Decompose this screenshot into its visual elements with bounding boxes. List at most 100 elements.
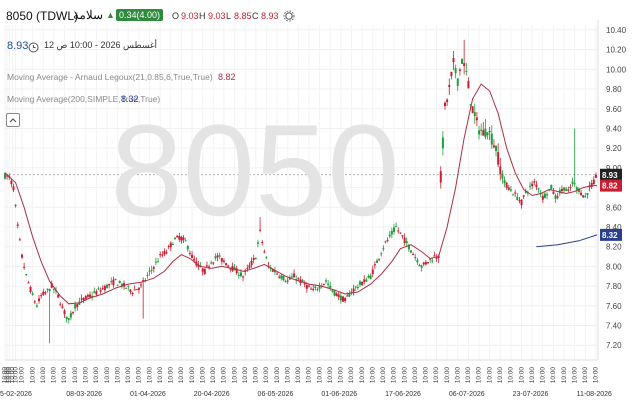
candle-body bbox=[97, 288, 100, 290]
candle-body bbox=[371, 269, 374, 275]
candle-body bbox=[399, 232, 402, 234]
candle-body bbox=[405, 241, 408, 244]
price-tick-label: 9.60 bbox=[606, 105, 622, 114]
candle-body bbox=[482, 130, 485, 136]
ma1-label[interactable]: Moving Average - Arnaud Legoux(21,0.85,6… bbox=[7, 72, 213, 82]
candle-body bbox=[101, 288, 104, 290]
candle-body bbox=[125, 287, 128, 289]
collapse-indicators-button[interactable] bbox=[6, 113, 20, 127]
candle-body bbox=[184, 240, 187, 242]
candle-body bbox=[560, 189, 563, 191]
time-tick-label: 10:00 bbox=[327, 367, 334, 384]
candle-body bbox=[569, 187, 572, 189]
price-tick-label: 9.80 bbox=[606, 85, 622, 94]
candle-body bbox=[584, 196, 587, 198]
candle-body bbox=[446, 99, 449, 102]
candle-body bbox=[365, 279, 368, 282]
time-tick-label: 10:00 bbox=[571, 367, 578, 384]
candle-body bbox=[363, 279, 366, 283]
time-tick-label: 10:00 bbox=[582, 367, 589, 384]
candle-body bbox=[450, 71, 453, 77]
candle-body bbox=[490, 133, 493, 145]
candle-body bbox=[178, 236, 181, 240]
candle-body bbox=[535, 184, 538, 188]
candle-body bbox=[307, 285, 310, 287]
candle-body bbox=[348, 293, 351, 297]
time-tick-label: 10:00 bbox=[465, 367, 472, 384]
candle-body bbox=[242, 276, 245, 278]
candle-body bbox=[282, 275, 285, 281]
candle-body bbox=[465, 70, 468, 72]
candle-body bbox=[118, 281, 121, 284]
time-axis[interactable]: 10:0015-02-202610:0010:0010:0010:0010:00… bbox=[0, 359, 612, 398]
time-tick-label: 10:00 bbox=[274, 367, 281, 384]
candle-body bbox=[418, 265, 421, 267]
candle-body bbox=[218, 255, 221, 257]
time-tick-label: 10:00 bbox=[61, 367, 68, 384]
candle-body bbox=[556, 196, 559, 198]
candle-body bbox=[246, 267, 249, 269]
time-tick-label: 10:00 bbox=[51, 367, 58, 384]
candle-body bbox=[410, 250, 413, 253]
ma1-value: 8.82 bbox=[218, 72, 236, 82]
candle-body bbox=[280, 275, 283, 279]
candle-body bbox=[346, 295, 349, 297]
last-price: 8.93 bbox=[7, 40, 29, 52]
candle-body bbox=[286, 280, 289, 282]
time-tick-label: 10:00 bbox=[178, 367, 185, 384]
candle-body bbox=[550, 184, 553, 190]
candle-body bbox=[18, 239, 21, 241]
candle-body bbox=[25, 274, 28, 276]
ma2-value: 8.32 bbox=[121, 94, 139, 104]
candle-body bbox=[265, 257, 268, 259]
candle-body bbox=[505, 182, 508, 188]
candle-body bbox=[497, 152, 500, 165]
candle-body bbox=[16, 224, 19, 226]
candle-body bbox=[312, 288, 315, 291]
candle-body bbox=[114, 278, 117, 280]
candle-body bbox=[354, 286, 357, 288]
time-tick-label: 10:00 bbox=[338, 367, 345, 384]
price-chart[interactable]: 8050 7.207.407.607.808.008.208.408.608.8… bbox=[0, 0, 640, 400]
candle-body bbox=[514, 192, 517, 194]
candle-body bbox=[186, 246, 189, 250]
candle-body bbox=[152, 267, 155, 269]
symbol-title: 8050 (TDWL) bbox=[6, 9, 79, 23]
price-axis[interactable]: 7.207.407.607.808.008.208.408.608.809.00… bbox=[597, 0, 640, 400]
candle-body bbox=[507, 187, 510, 190]
date-tick-label: 23-07-2026 bbox=[513, 391, 549, 398]
time-tick-label: 10:00 bbox=[444, 367, 451, 384]
time-tick-label: 10:00 bbox=[295, 367, 302, 384]
candle-body bbox=[161, 254, 164, 256]
candle-body bbox=[397, 230, 400, 232]
ohlc-close-value: 8.93 bbox=[261, 11, 279, 21]
date-tick-label: 11-08-2026 bbox=[577, 391, 612, 398]
price-axis-badge-label: 8.32 bbox=[602, 231, 618, 240]
candle-body bbox=[74, 304, 77, 309]
ohlc-low-label: L bbox=[226, 11, 232, 21]
candle-body bbox=[531, 183, 534, 187]
candle-body bbox=[522, 195, 525, 197]
candle-body bbox=[127, 285, 130, 287]
price-tick-label: 7.20 bbox=[606, 341, 622, 350]
candle-body bbox=[131, 292, 134, 294]
candle-body bbox=[461, 59, 464, 64]
candle-body bbox=[116, 284, 119, 286]
candle-body bbox=[592, 179, 595, 185]
candle-body bbox=[44, 292, 47, 294]
date-tick-label: 17-06-2026 bbox=[385, 391, 421, 398]
time-tick-label: 10:00 bbox=[433, 367, 440, 384]
chart-canvas[interactable]: 8050 7.207.407.607.808.008.208.408.608.8… bbox=[0, 0, 640, 400]
candle-body bbox=[458, 69, 461, 71]
price-axis-badge-label: 8.93 bbox=[602, 171, 618, 180]
ohlc-low-value: 8.85 bbox=[234, 11, 252, 21]
gear-icon[interactable] bbox=[283, 9, 295, 22]
candle-body bbox=[210, 262, 213, 264]
candle-body bbox=[76, 304, 79, 307]
candle-body bbox=[358, 281, 361, 285]
candle-body bbox=[254, 258, 257, 260]
candle-body bbox=[135, 289, 138, 291]
time-tick-label: 10:00 bbox=[316, 367, 323, 384]
time-tick-label: 10:00 bbox=[306, 367, 313, 384]
time-tick-label: 10:00 bbox=[72, 367, 79, 384]
